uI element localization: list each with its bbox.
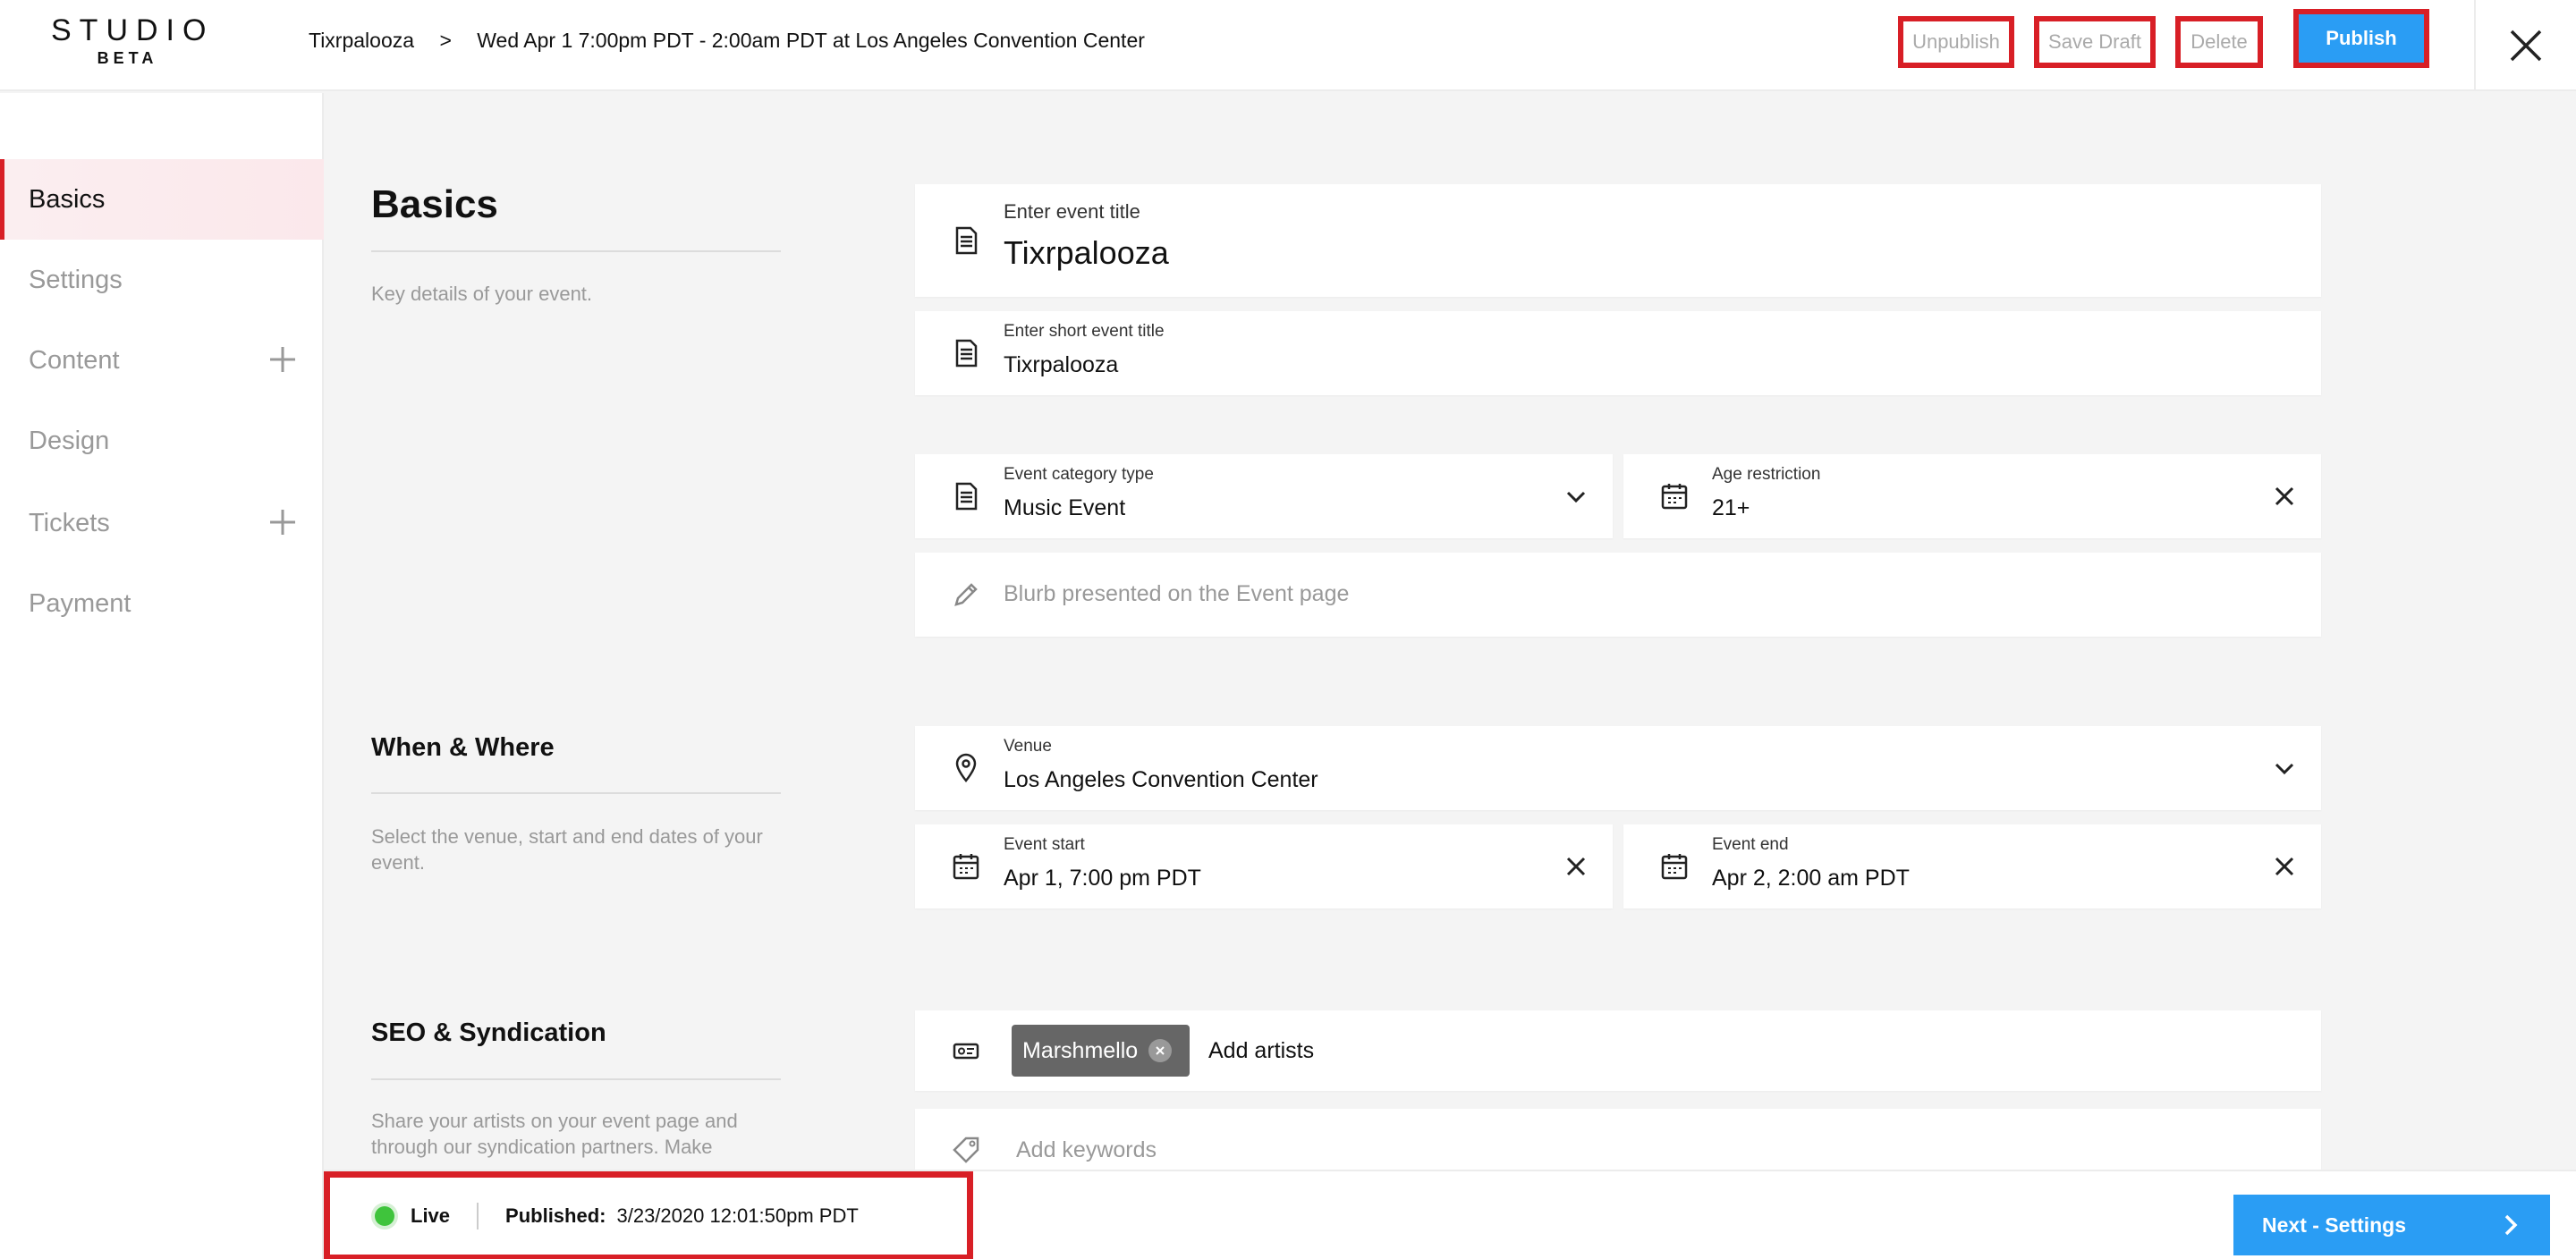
add-content-icon[interactable] bbox=[267, 343, 299, 376]
event-end-field[interactable]: Event end Apr 2, 2:00 am PDT bbox=[1623, 824, 2321, 908]
live-status-icon bbox=[375, 1206, 394, 1226]
breadcrumb: Tixrpalooza > Wed Apr 1 7:00pm PDT - 2:0… bbox=[309, 29, 1145, 53]
sidebar-item-content[interactable]: Content bbox=[0, 320, 324, 401]
short-title-field[interactable]: Enter short event title Tixrpalooza bbox=[915, 311, 2321, 395]
sidebar-item-payment[interactable]: Payment bbox=[0, 563, 324, 644]
sidebar-item-label: Settings bbox=[29, 265, 123, 294]
logo-beta-label: BETA bbox=[97, 49, 158, 67]
seo-title: SEO & Syndication bbox=[371, 1018, 606, 1047]
chevron-right-icon bbox=[2504, 1214, 2518, 1236]
keywords-field[interactable]: Add keywords bbox=[915, 1109, 2321, 1170]
location-pin-icon bbox=[955, 753, 977, 782]
footer-bar: Live Published: 3/23/2020 12:01:50pm PDT… bbox=[324, 1170, 2576, 1259]
age-restriction-label: Age restriction bbox=[1712, 465, 1821, 484]
document-icon bbox=[955, 226, 978, 255]
short-title-label: Enter short event title bbox=[1004, 322, 1165, 341]
age-restriction-value: 21+ bbox=[1712, 495, 1750, 520]
blurb-input[interactable]: Blurb presented on the Event page bbox=[1004, 581, 1349, 607]
close-button[interactable] bbox=[2474, 0, 2576, 91]
sidebar-item-label: Design bbox=[29, 426, 110, 455]
status-divider bbox=[477, 1203, 479, 1229]
short-title-input[interactable]: Tixrpalooza bbox=[1004, 352, 1118, 378]
when-where-divider bbox=[371, 792, 781, 794]
tag-icon bbox=[953, 1136, 979, 1163]
breadcrumb-event[interactable]: Tixrpalooza bbox=[309, 29, 414, 53]
publish-status: Live Published: 3/23/2020 12:01:50pm PDT bbox=[324, 1171, 973, 1259]
publish-button-highlight: Publish bbox=[2293, 9, 2429, 68]
event-category-field[interactable]: Event category type Music Event bbox=[915, 454, 1613, 538]
event-category-value: Music Event bbox=[1004, 495, 1126, 520]
sidebar-item-label: Tickets bbox=[29, 508, 110, 537]
sidebar-item-tickets[interactable]: Tickets bbox=[0, 483, 324, 563]
basics-title: Basics bbox=[371, 182, 498, 226]
save-draft-button[interactable]: Save Draft bbox=[2034, 16, 2156, 68]
studio-logo[interactable]: STUDIO BETA bbox=[43, 13, 208, 68]
event-title-label: Enter event title bbox=[1004, 200, 1140, 223]
calendar-icon bbox=[1661, 484, 1688, 510]
chevron-down-icon[interactable] bbox=[2271, 755, 2298, 782]
event-start-field[interactable]: Event start Apr 1, 7:00 pm PDT bbox=[915, 824, 1613, 908]
document-icon bbox=[955, 339, 978, 368]
breadcrumb-separator: > bbox=[439, 29, 452, 52]
basics-description: Key details of your event. bbox=[371, 283, 593, 305]
status-label: Live bbox=[411, 1204, 451, 1227]
breadcrumb-detail: Wed Apr 1 7:00pm PDT - 2:00am PDT at Los… bbox=[477, 29, 1145, 52]
ticket-icon bbox=[953, 1043, 979, 1060]
when-where-description: Select the venue, start and end dates of… bbox=[371, 825, 763, 874]
age-restriction-field[interactable]: Age restriction 21+ bbox=[1623, 454, 2321, 538]
sidebar-item-basics[interactable]: Basics bbox=[0, 159, 324, 240]
sidebar-item-label: Basics bbox=[29, 184, 106, 214]
clear-icon[interactable] bbox=[2271, 853, 2298, 880]
blurb-field[interactable]: Blurb presented on the Event page bbox=[915, 553, 2321, 637]
artist-chip[interactable]: Marshmello bbox=[1012, 1025, 1191, 1077]
add-keywords-input[interactable]: Add keywords bbox=[1016, 1137, 1157, 1163]
sidebar-item-label: Content bbox=[29, 345, 120, 375]
event-category-label: Event category type bbox=[1004, 465, 1154, 484]
event-title-field[interactable]: Enter event title Tixrpalooza bbox=[915, 184, 2321, 297]
pencil-icon bbox=[954, 583, 978, 606]
unpublish-button[interactable]: Unpublish bbox=[1898, 16, 2014, 68]
clear-icon[interactable] bbox=[2271, 483, 2298, 510]
event-end-value: Apr 2, 2:00 am PDT bbox=[1712, 866, 1910, 891]
sidebar-item-label: Payment bbox=[29, 588, 131, 618]
basics-divider bbox=[371, 250, 781, 252]
venue-field[interactable]: Venue Los Angeles Convention Center bbox=[915, 726, 2321, 810]
event-start-label: Event start bbox=[1004, 835, 1085, 854]
event-start-value: Apr 1, 7:00 pm PDT bbox=[1004, 866, 1201, 891]
calendar-icon bbox=[1661, 854, 1688, 880]
event-title-input[interactable]: Tixrpalooza bbox=[1004, 234, 1169, 272]
venue-label: Venue bbox=[1004, 737, 1052, 756]
add-artists-input[interactable]: Add artists bbox=[1208, 1038, 1314, 1064]
sidebar-nav: Basics Settings Content Design Tickets P… bbox=[0, 93, 324, 1259]
top-header: STUDIO BETA Tixrpalooza > Wed Apr 1 7:00… bbox=[0, 0, 2576, 91]
venue-value: Los Angeles Convention Center bbox=[1004, 767, 1318, 792]
published-timestamp: 3/23/2020 12:01:50pm PDT bbox=[616, 1204, 859, 1227]
chevron-down-icon[interactable] bbox=[1563, 483, 1589, 510]
next-button-label: Next - Settings bbox=[2262, 1213, 2407, 1237]
published-label: Published: bbox=[505, 1204, 606, 1227]
close-icon bbox=[2510, 30, 2542, 62]
next-settings-button[interactable]: Next - Settings bbox=[2233, 1195, 2550, 1255]
artists-field[interactable]: Marshmello Add artists bbox=[915, 1010, 2321, 1091]
sidebar-item-settings[interactable]: Settings bbox=[0, 240, 324, 320]
artist-chip-label: Marshmello bbox=[1022, 1037, 1139, 1063]
delete-button[interactable]: Delete bbox=[2175, 16, 2263, 68]
remove-artist-icon[interactable] bbox=[1148, 1039, 1173, 1062]
seo-divider bbox=[371, 1078, 781, 1080]
clear-icon[interactable] bbox=[1563, 853, 1589, 880]
seo-description: Share your artists on your event page an… bbox=[371, 1110, 738, 1158]
calendar-icon bbox=[953, 854, 979, 880]
add-ticket-icon[interactable] bbox=[267, 506, 299, 538]
logo-wordmark: STUDIO bbox=[51, 13, 215, 47]
event-end-label: Event end bbox=[1712, 835, 1789, 854]
document-icon bbox=[955, 482, 978, 511]
publish-button[interactable]: Publish bbox=[2301, 17, 2421, 60]
when-where-title: When & Where bbox=[371, 733, 555, 762]
sidebar-item-design[interactable]: Design bbox=[0, 401, 324, 481]
